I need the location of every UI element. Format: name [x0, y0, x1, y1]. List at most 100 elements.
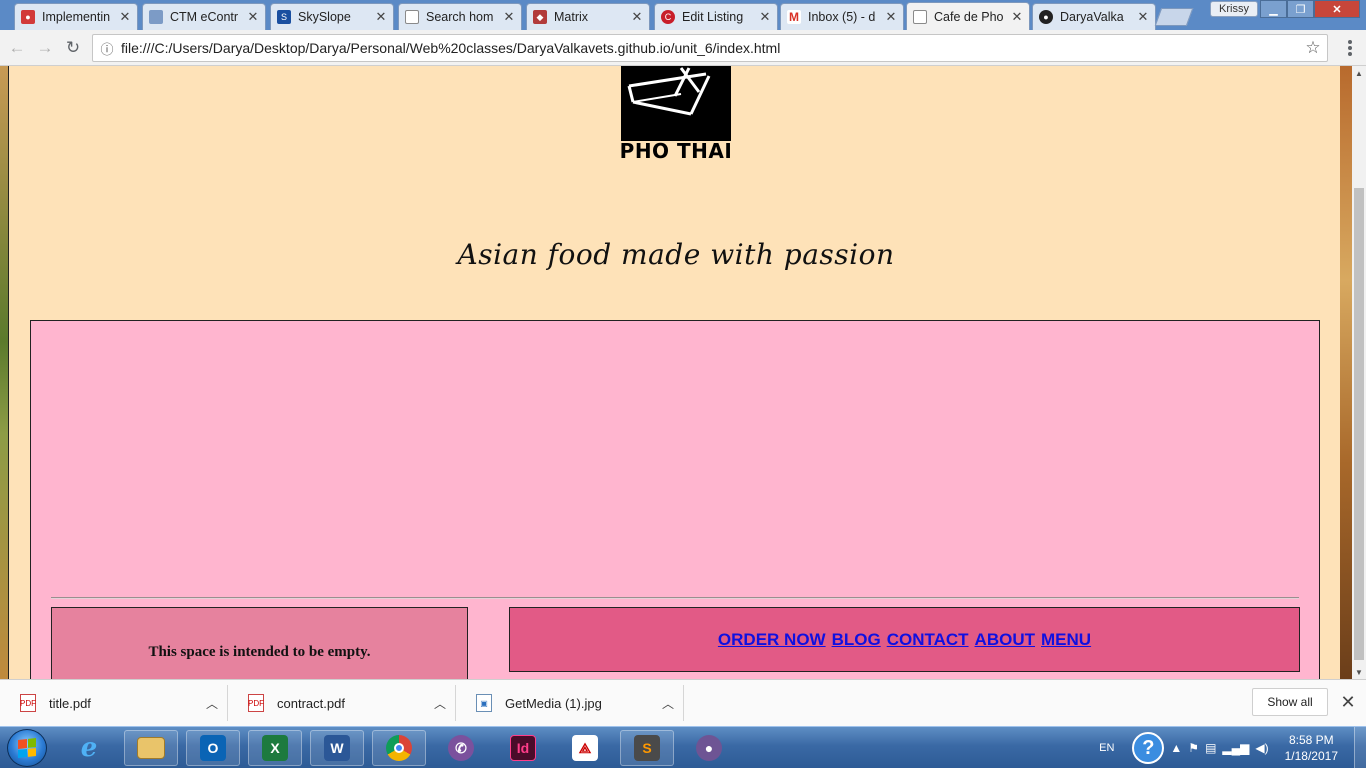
show-all-downloads-button[interactable]: Show all — [1252, 688, 1328, 716]
back-arrow-icon[interactable]: ← — [6, 37, 28, 59]
github-desktop-icon[interactable]: ● — [682, 730, 736, 766]
close-icon[interactable]: ✕ — [885, 9, 897, 25]
image-file-icon: ▣ — [476, 694, 492, 712]
download-item[interactable]: ▣ GetMedia (1).jpg ︿ — [456, 685, 684, 721]
viber-icon[interactable]: ✆ — [434, 730, 488, 766]
hero-section: This space is intended to be empty. ORDE… — [30, 320, 1320, 679]
page-icon — [405, 10, 419, 24]
window-controls: ▁ ❐ ✕ — [1260, 0, 1360, 18]
tab-8[interactable]: ● DaryaValka ✕ — [1032, 3, 1156, 30]
help-icon[interactable]: ? — [1132, 732, 1165, 764]
close-icon[interactable]: ✕ — [247, 9, 259, 25]
background-image-right — [1340, 66, 1352, 679]
red-circle-icon: ● — [21, 10, 35, 24]
clock-time: 8:58 PM — [1288, 733, 1334, 747]
excel-icon[interactable]: X — [248, 730, 302, 766]
tab-label: Matrix — [554, 10, 589, 24]
url-input[interactable] — [121, 40, 1299, 56]
sublime-text-icon[interactable]: S — [620, 730, 674, 766]
tab-3[interactable]: Search hom ✕ — [398, 3, 522, 30]
github-icon: ● — [1039, 10, 1053, 24]
flag-icon[interactable]: ⚑ — [1188, 741, 1199, 755]
close-icon[interactable]: ✕ — [1137, 9, 1149, 25]
edit-icon: C — [661, 10, 675, 24]
tab-label: Cafe de Pho — [934, 9, 1004, 24]
outlook-icon[interactable]: O — [186, 730, 240, 766]
minimize-button[interactable]: ▁ — [1260, 0, 1287, 18]
close-icon[interactable]: ✕ — [759, 9, 771, 25]
nav-link-contact[interactable]: CONTACT — [887, 630, 969, 650]
profile-button[interactable]: Krissy — [1210, 1, 1258, 17]
tab-1[interactable]: CTM eContr ✕ — [142, 3, 266, 30]
acrobat-icon[interactable]: ⟁ — [558, 730, 612, 766]
system-tray: EN ? ▲ ⚑ ▤ ▂▄▆ ◀) 8:58 PM 1/18/2017 — [1099, 727, 1366, 768]
tab-4[interactable]: ◆ Matrix ✕ — [526, 3, 650, 30]
download-item[interactable]: PDF title.pdf ︿ — [0, 685, 228, 721]
chevron-up-icon[interactable]: ︿ — [425, 695, 455, 712]
device-icon[interactable]: ▤ — [1205, 741, 1216, 755]
download-filename: GetMedia (1).jpg — [505, 695, 602, 711]
tab-strip: ● Implementin ✕ CTM eContr ✕ S SkySlope … — [0, 0, 1366, 30]
indesign-icon[interactable]: Id — [496, 730, 550, 766]
tab-7-active[interactable]: Cafe de Pho ✕ — [906, 2, 1030, 30]
reload-icon[interactable]: ↻ — [62, 37, 84, 59]
scroll-up-arrow-icon[interactable]: ▲ — [1352, 66, 1366, 80]
tab-label: Implementin — [42, 10, 111, 24]
tab-label: Edit Listing — [682, 10, 744, 24]
close-icon[interactable]: ✕ — [119, 9, 131, 25]
tab-label: CTM eContr — [170, 10, 239, 24]
close-icon[interactable]: ✕ — [631, 9, 643, 25]
chrome-menu-icon[interactable] — [1340, 38, 1360, 58]
chrome-icon[interactable] — [372, 730, 426, 766]
language-indicator[interactable]: EN — [1099, 742, 1114, 754]
download-item[interactable]: PDF contract.pdf ︿ — [228, 685, 456, 721]
tab-label: Search hom — [426, 10, 494, 24]
scroll-down-arrow-icon[interactable]: ▼ — [1352, 665, 1366, 679]
vertical-scrollbar[interactable]: ▲ ▼ — [1352, 66, 1366, 679]
internet-explorer-icon[interactable]: e — [62, 730, 116, 766]
close-icon[interactable]: ✕ — [375, 9, 387, 25]
empty-placeholder-box: This space is intended to be empty. — [51, 607, 468, 679]
nav-link-blog[interactable]: BLOG — [832, 630, 881, 650]
clock-date: 1/18/2017 — [1284, 749, 1338, 763]
download-shelf: PDF title.pdf ︿ PDF contract.pdf ︿ ▣ Get… — [0, 679, 1366, 726]
clock[interactable]: 8:58 PM 1/18/2017 — [1285, 732, 1338, 764]
address-bar[interactable]: ⓘ ☆ — [92, 34, 1328, 62]
page-icon — [149, 10, 163, 24]
new-tab-button[interactable] — [1154, 8, 1194, 26]
close-icon[interactable]: ✕ — [503, 9, 515, 25]
nav-link-about[interactable]: ABOUT — [975, 630, 1035, 650]
skyslope-icon: S — [277, 10, 291, 24]
close-window-button[interactable]: ✕ — [1314, 0, 1360, 18]
tab-6[interactable]: M Inbox (5) - d ✕ — [780, 3, 904, 30]
chevron-up-icon[interactable]: ︿ — [653, 695, 683, 712]
show-hidden-icons-icon[interactable]: ▲ — [1170, 741, 1182, 755]
close-icon[interactable]: ✕ — [1011, 9, 1023, 25]
page-viewport: PHO THAI Asian food made with passion Th… — [0, 66, 1366, 679]
file-explorer-icon[interactable] — [124, 730, 178, 766]
nav-link-order-now[interactable]: ORDER NOW — [718, 630, 826, 650]
gmail-icon: M — [787, 10, 801, 24]
close-icon[interactable]: ✕ — [1338, 692, 1358, 712]
show-desktop-button[interactable] — [1354, 727, 1366, 768]
word-icon[interactable]: W — [310, 730, 364, 766]
page-tagline: Asian food made with passion — [457, 238, 895, 271]
tab-0[interactable]: ● Implementin ✕ — [14, 3, 138, 30]
bookmark-star-icon[interactable]: ☆ — [1299, 38, 1327, 58]
scrollbar-thumb[interactable] — [1354, 188, 1364, 660]
volume-icon[interactable]: ◀) — [1255, 741, 1268, 755]
start-button[interactable] — [7, 729, 47, 767]
chevron-up-icon[interactable]: ︿ — [197, 695, 227, 712]
matrix-icon: ◆ — [533, 10, 547, 24]
download-filename: contract.pdf — [277, 695, 345, 711]
logo-image — [621, 66, 731, 141]
tab-5[interactable]: C Edit Listing ✕ — [654, 3, 778, 30]
main-navigation: ORDER NOW BLOG CONTACT ABOUT MENU — [509, 607, 1300, 672]
network-signal-icon[interactable]: ▂▄▆ — [1222, 741, 1249, 755]
forward-arrow-icon[interactable]: → — [34, 37, 56, 59]
maximize-button[interactable]: ❐ — [1287, 0, 1314, 18]
tab-2[interactable]: S SkySlope ✕ — [270, 3, 394, 30]
info-icon[interactable]: ⓘ — [93, 39, 121, 58]
divider — [51, 597, 1299, 599]
nav-link-menu[interactable]: MENU — [1041, 630, 1091, 650]
